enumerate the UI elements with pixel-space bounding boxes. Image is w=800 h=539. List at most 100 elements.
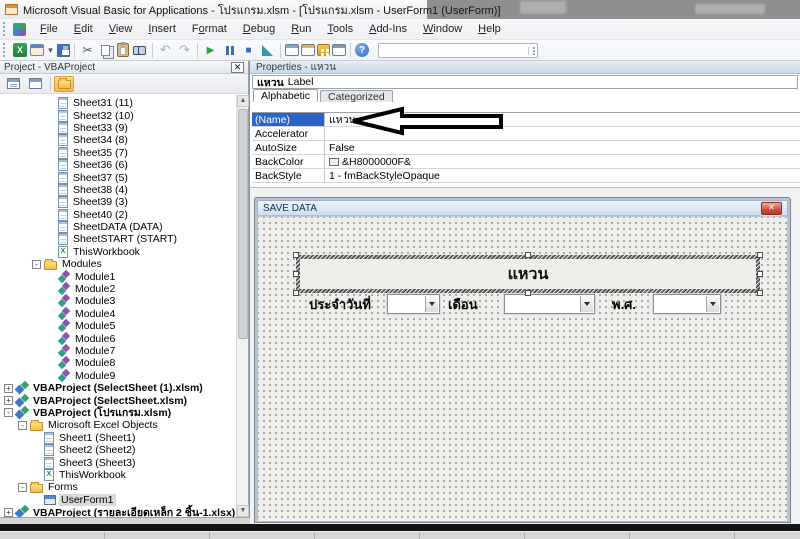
combobox-dropdown-icon[interactable] <box>425 296 438 312</box>
combobox-control[interactable] <box>653 294 721 314</box>
selection-handle[interactable] <box>525 290 531 296</box>
project-tree-item[interactable]: Module5 <box>0 320 236 332</box>
toolbar-grip-icon[interactable] <box>3 43 8 57</box>
project-tree-item[interactable]: Module9 <box>0 370 236 382</box>
object-browser-icon[interactable] <box>332 44 346 56</box>
project-tree-item[interactable]: Sheet31 (11) <box>0 97 236 109</box>
scrollbar-thumb[interactable] <box>238 109 248 339</box>
project-tree-item[interactable]: Module1 <box>0 270 236 282</box>
project-tree-item[interactable]: Sheet38 (4) <box>0 184 236 196</box>
property-row[interactable]: BackColor &H8000000F& <box>252 155 800 169</box>
property-row[interactable]: AutoSize False <box>252 141 800 155</box>
property-value[interactable]: 1 - fmBackStyleOpaque <box>325 170 800 182</box>
run-sub-icon[interactable] <box>202 42 219 59</box>
field-label-control[interactable]: เดือน <box>448 294 488 314</box>
project-tree-item[interactable]: - VBAProject (โปรแกรม.xlsm) <box>0 407 236 419</box>
project-tree-item[interactable]: Sheet35 (7) <box>0 147 236 159</box>
menu-item-help[interactable]: Help <box>470 20 509 38</box>
menu-item-file[interactable]: File <box>32 20 66 38</box>
break-icon[interactable] <box>221 42 238 59</box>
project-tree-item[interactable]: Sheet1 (Sheet1) <box>0 432 236 444</box>
project-tree-item[interactable]: Sheet36 (6) <box>0 159 236 171</box>
insert-userform-icon[interactable] <box>30 44 44 56</box>
scroll-up-icon[interactable]: ▲ <box>237 95 249 107</box>
tree-expander-icon[interactable]: - <box>32 260 41 269</box>
combobox-dropdown-icon[interactable] <box>706 296 719 312</box>
project-tree-item[interactable]: Sheet34 (8) <box>0 134 236 146</box>
reset-icon[interactable] <box>240 42 257 59</box>
toggle-folders-button[interactable] <box>54 76 74 92</box>
find-icon[interactable] <box>131 42 148 59</box>
tree-expander-icon[interactable]: - <box>18 483 27 492</box>
undo-icon[interactable] <box>157 42 174 59</box>
selected-label-control[interactable]: แหวน <box>296 255 760 293</box>
project-tree-item[interactable]: ThisWorkbook <box>0 246 236 258</box>
project-tree-item[interactable]: Module8 <box>0 357 236 369</box>
project-tree-item[interactable]: Module2 <box>0 283 236 295</box>
project-tree-item[interactable]: Sheet3 (Sheet3) <box>0 456 236 468</box>
project-tree-item[interactable]: ThisWorkbook <box>0 469 236 481</box>
properties-tab-categorized[interactable]: Categorized <box>320 90 393 102</box>
scroll-down-icon[interactable]: ▼ <box>237 505 249 517</box>
property-row[interactable]: (Name) แหวน <box>252 113 800 127</box>
redo-icon[interactable] <box>176 42 193 59</box>
project-tree-item[interactable]: SheetSTART (START) <box>0 233 236 245</box>
field-label-control[interactable]: ประจำวันที่ <box>309 294 383 314</box>
userform-title-bar[interactable]: SAVE DATA <box>257 200 788 216</box>
properties-window-icon[interactable] <box>301 44 315 56</box>
selection-handle[interactable] <box>757 271 763 277</box>
view-code-button[interactable] <box>3 76 23 92</box>
combobox-control[interactable] <box>504 294 595 314</box>
project-tree-item[interactable]: - Forms <box>0 481 236 493</box>
combobox-control[interactable] <box>387 294 440 314</box>
project-tree-item[interactable]: Module6 <box>0 332 236 344</box>
project-tree-item[interactable]: Module3 <box>0 295 236 307</box>
menu-item-edit[interactable]: Edit <box>66 20 101 38</box>
tree-expander-icon[interactable]: - <box>4 408 13 417</box>
project-tree-item[interactable]: - Microsoft Excel Objects <box>0 419 236 431</box>
cut-icon[interactable] <box>79 42 96 59</box>
project-tree-scrollbar[interactable]: ▲ ▼ <box>236 95 248 517</box>
tree-expander-icon[interactable]: + <box>4 396 13 405</box>
copy-icon[interactable] <box>98 42 115 59</box>
project-tree-item[interactable]: Sheet40 (2) <box>0 209 236 221</box>
project-tree-item[interactable]: - Modules <box>0 258 236 270</box>
tree-expander-icon[interactable]: + <box>4 508 13 517</box>
project-tree-item[interactable]: + VBAProject (SelectSheet (1).xlsm) <box>0 382 236 394</box>
project-explorer-icon[interactable] <box>285 44 299 56</box>
selection-handle[interactable] <box>757 290 763 296</box>
project-tree-item[interactable]: Module4 <box>0 308 236 320</box>
menu-item-format[interactable]: Format <box>184 20 235 38</box>
userform-close-icon[interactable] <box>761 202 782 215</box>
project-tree-item[interactable]: Sheet32 (10) <box>0 109 236 121</box>
insert-dropdown-caret-icon[interactable] <box>46 42 55 59</box>
properties-tab-alphabetic[interactable]: Alphabetic <box>253 89 318 102</box>
view-microsoft-excel-icon[interactable] <box>13 43 27 57</box>
userform-window[interactable]: SAVE DATA แหวน ประจำวันที่ <box>254 197 791 523</box>
userform-client-area[interactable]: แหวน ประจำวันที่ เดือน <box>258 217 787 521</box>
paste-icon[interactable] <box>117 43 129 57</box>
property-row[interactable]: BackStyle 1 - fmBackStyleOpaque <box>252 169 800 183</box>
help-icon[interactable] <box>355 43 369 57</box>
view-object-button[interactable] <box>25 76 45 92</box>
save-icon[interactable] <box>57 44 70 57</box>
project-tree-item[interactable]: Sheet33 (9) <box>0 122 236 134</box>
property-row[interactable]: Accelerator <box>252 127 800 141</box>
tree-expander-icon[interactable]: - <box>18 421 27 430</box>
project-panel-close-icon[interactable]: ✕ <box>231 62 244 73</box>
combobox-dropdown-icon[interactable] <box>580 296 593 312</box>
selection-handle[interactable] <box>757 252 763 258</box>
menu-item-add-ins[interactable]: Add-Ins <box>361 20 415 38</box>
project-tree-item[interactable]: Sheet39 (3) <box>0 196 236 208</box>
project-tree-item[interactable]: + VBAProject (รายละเอียดเหล็ก 2 ชิ้น-1.x… <box>0 506 236 517</box>
menu-item-view[interactable]: View <box>101 20 141 38</box>
menu-item-window[interactable]: Window <box>415 20 470 38</box>
field-label-control[interactable]: พ.ศ. <box>612 294 644 314</box>
menubar-grip-icon[interactable] <box>3 22 8 36</box>
project-tree-item[interactable]: SheetDATA (DATA) <box>0 221 236 233</box>
selection-handle[interactable] <box>293 290 299 296</box>
selection-handle[interactable] <box>525 252 531 258</box>
project-tree-item[interactable]: Sheet2 (Sheet2) <box>0 444 236 456</box>
tree-expander-icon[interactable]: + <box>4 384 13 393</box>
menu-item-run[interactable]: Run <box>283 20 319 38</box>
